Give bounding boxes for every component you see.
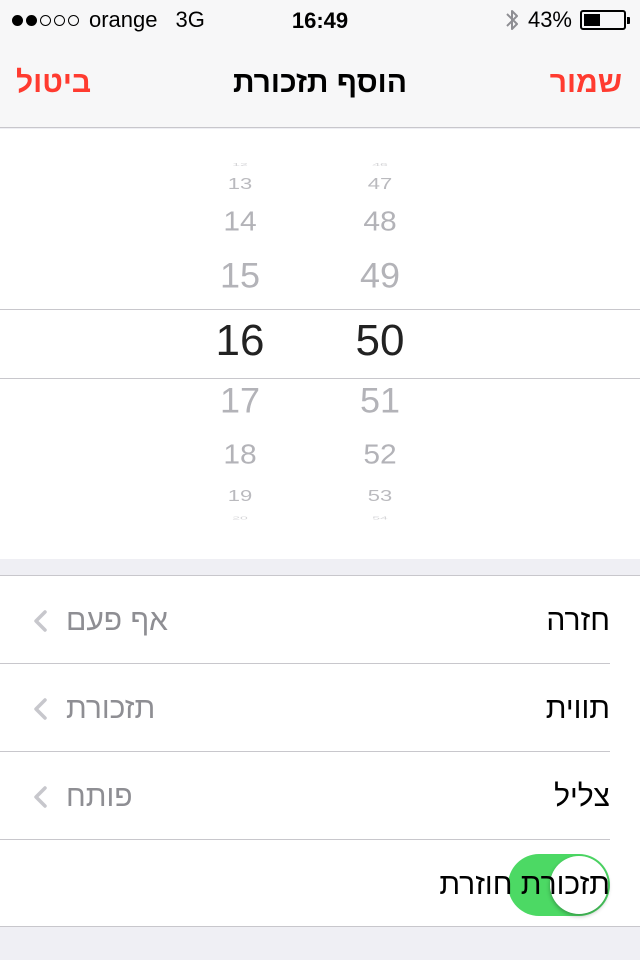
page-title: הוסף תזכורת [232,66,408,99]
picker-value[interactable]: 53 [310,488,450,503]
navigation-bar: ביטול הוסף תזכורת שמור [0,40,640,128]
picker-value[interactable]: 20 [170,516,310,521]
picker-value[interactable]: 46 [310,162,450,167]
sound-label: צליל [554,780,610,813]
repeat-row[interactable]: אף פעם חזרה [0,576,640,664]
picker-value[interactable]: 18 [170,441,310,469]
picker-value[interactable]: 47 [310,176,450,191]
picker-value[interactable]: 49 [310,258,450,294]
chevron-left-icon [34,698,47,720]
picker-value[interactable]: 13 [170,176,310,191]
repeat-label: חזרה [546,604,610,637]
battery-icon [580,10,630,30]
label-label: תווית [545,692,610,725]
time-picker[interactable]: 12 13 14 15 16 17 18 19 20 46 47 48 49 50 51 52 53 54 [0,129,640,559]
chevron-left-icon [34,610,47,632]
picker-value[interactable]: 17 [170,383,310,419]
picker-value[interactable]: 52 [310,441,450,469]
picker-selected-value[interactable]: 16 [170,319,310,363]
battery-fill [584,14,601,26]
sound-row[interactable]: פותח צליל [0,752,640,840]
status-bar: orange 3G 16:49 43% [0,0,640,40]
picker-value[interactable]: 51 [310,383,450,419]
minute-wheel[interactable]: 46 47 48 49 50 51 52 53 54 [310,129,450,559]
picker-value[interactable]: 19 [170,488,310,503]
label-row[interactable]: תזכורת תווית [0,664,640,752]
picker-value[interactable]: 54 [310,516,450,521]
picker-value[interactable]: 12 [170,162,310,167]
save-button[interactable]: שמור [550,66,622,100]
battery-percent: 43% [527,7,572,32]
snooze-row: תזכורת חוזרת [0,840,640,928]
picker-value[interactable]: 14 [170,208,310,236]
picker-selected-value[interactable]: 50 [310,319,450,363]
snooze-label: תזכורת חוזרת [439,868,610,901]
sound-value: פותח [66,780,133,813]
picker-value[interactable]: 15 [170,258,310,294]
chevron-left-icon [34,786,47,808]
repeat-value: אף פעם [66,604,168,637]
label-value: תזכורת [66,692,156,725]
status-right: 43% [504,0,630,40]
alarm-settings-list: אף פעם חזרה תזכורת תווית פותח צליל תזכור… [0,575,640,927]
bluetooth-icon [506,10,518,30]
picker-value[interactable]: 48 [310,208,450,236]
hour-wheel[interactable]: 12 13 14 15 16 17 18 19 20 [170,129,310,559]
